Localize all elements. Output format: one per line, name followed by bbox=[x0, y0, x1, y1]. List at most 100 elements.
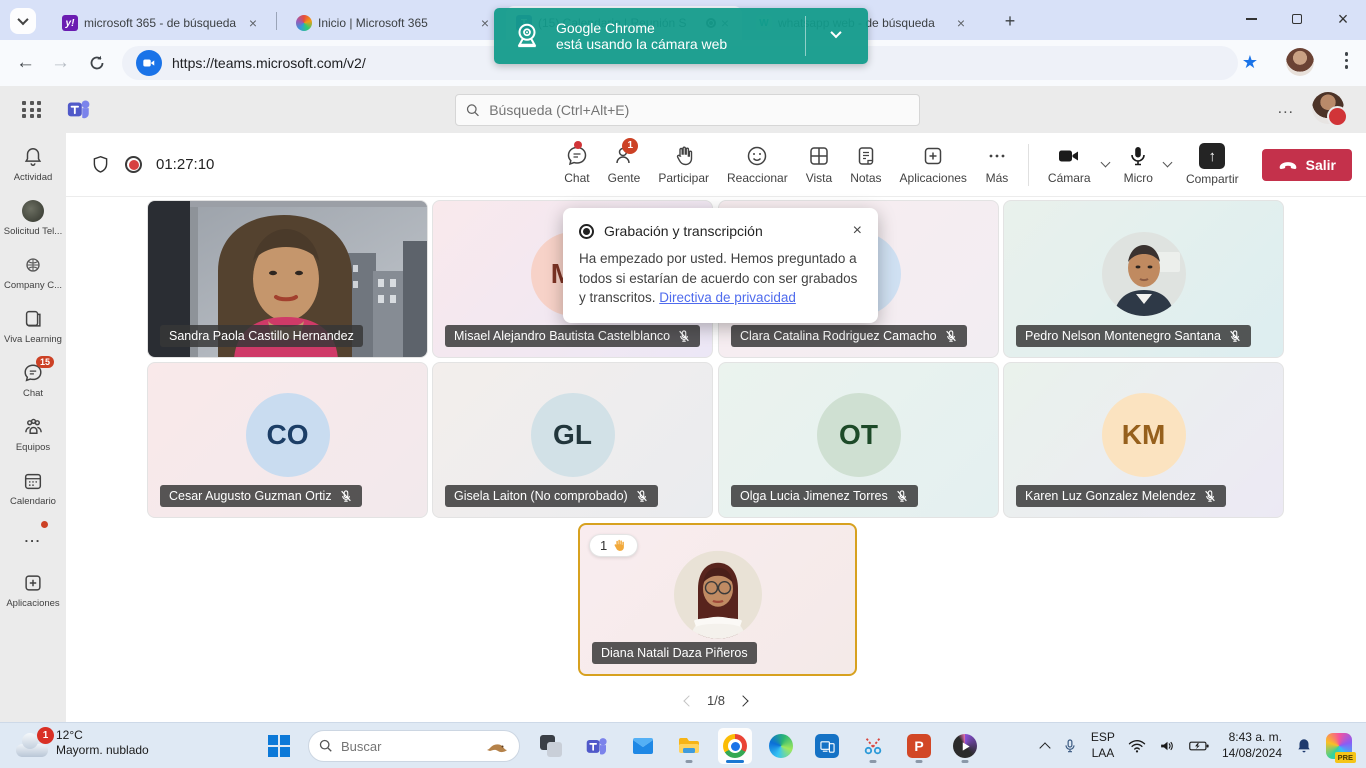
edge-icon[interactable] bbox=[764, 728, 798, 764]
sidebar-item-aplicaciones[interactable]: Aplicaciones bbox=[0, 571, 66, 609]
shield-icon[interactable] bbox=[90, 154, 111, 176]
file-explorer-icon[interactable] bbox=[672, 728, 706, 764]
participant-tile-diana[interactable]: 1 Diana Natali Daza Piñeros bbox=[578, 523, 857, 676]
battery-icon[interactable] bbox=[1189, 739, 1209, 753]
minimize-button[interactable] bbox=[1228, 0, 1274, 38]
leave-label: Salir bbox=[1306, 157, 1336, 173]
tab-list-chevron-button[interactable] bbox=[10, 8, 36, 34]
tab-close-icon[interactable]: × bbox=[244, 14, 262, 32]
mic-off-icon bbox=[339, 489, 353, 503]
participant-tile-olga[interactable]: OT Olga Lucia Jimenez Torres bbox=[718, 362, 999, 518]
mail-icon[interactable] bbox=[626, 728, 660, 764]
dialog-close-icon[interactable]: × bbox=[853, 222, 862, 240]
language-indicator[interactable]: ESP LAA bbox=[1091, 730, 1115, 761]
sidebar-item-viva-learning[interactable]: Viva Learning bbox=[0, 307, 66, 345]
powerpoint-icon[interactable]: P bbox=[902, 728, 936, 764]
sidebar-item-solicitud[interactable]: Solicitud Tel... bbox=[0, 199, 66, 237]
browser-menu-button[interactable] bbox=[1345, 52, 1349, 69]
yahoo-icon: y! bbox=[62, 15, 78, 31]
sidebar-item-chat[interactable]: 15 Chat bbox=[0, 361, 66, 399]
chat-icon: 15 bbox=[21, 361, 45, 385]
header-more-options-button[interactable]: ... bbox=[1278, 100, 1294, 118]
clock[interactable]: 8:43 a. m. 14/08/2024 bbox=[1222, 730, 1282, 761]
mic-options-chevron-icon[interactable] bbox=[1163, 158, 1173, 168]
participant-tile-sandra[interactable]: Sandra Paola Castillo Hernandez bbox=[147, 200, 428, 358]
plus-square-icon bbox=[21, 571, 45, 595]
teams-profile-avatar[interactable] bbox=[1312, 92, 1344, 124]
bookmark-star-icon[interactable]: ★ bbox=[1242, 52, 1258, 73]
participant-tile-cesar[interactable]: CO Cesar Augusto Guzman Ortiz bbox=[147, 362, 428, 518]
mic-icon bbox=[1126, 144, 1150, 168]
teams-taskbar-icon[interactable] bbox=[580, 728, 614, 764]
browser-tab-2[interactable]: Inicio | Microsoft 365 × bbox=[286, 6, 502, 40]
button-label: Participar bbox=[658, 171, 709, 185]
notas-button[interactable]: Notas bbox=[850, 144, 881, 185]
back-button[interactable]: ← bbox=[16, 52, 35, 74]
wifi-icon[interactable] bbox=[1128, 738, 1146, 754]
browser-tab-1[interactable]: y! microsoft 365 - de búsqueda × bbox=[52, 6, 270, 40]
forward-button[interactable]: → bbox=[51, 52, 70, 74]
device-manager-icon[interactable] bbox=[810, 728, 844, 764]
mas-button[interactable]: Más bbox=[985, 144, 1009, 185]
chat-button[interactable]: Chat bbox=[564, 144, 589, 185]
participant-tile-pedro[interactable]: Pedro Nelson Montenegro Santana bbox=[1003, 200, 1284, 358]
participant-name-label: Karen Luz Gonzalez Melendez bbox=[1016, 485, 1226, 507]
share-button[interactable]: ↑ Compartir bbox=[1186, 143, 1239, 186]
taskbar-search-input[interactable] bbox=[341, 739, 461, 754]
taskbar-app-icons: P bbox=[534, 728, 982, 764]
chrome-icon[interactable] bbox=[718, 728, 752, 764]
camera-usage-notification[interactable]: Google Chrome está usando la cámara web bbox=[494, 8, 868, 64]
camera-options-chevron-icon[interactable] bbox=[1100, 158, 1110, 168]
teams-search-input[interactable] bbox=[489, 102, 909, 118]
previous-page-chevron-icon[interactable] bbox=[683, 695, 694, 706]
button-label: Cámara bbox=[1048, 171, 1091, 185]
notification-bell-icon[interactable] bbox=[1295, 737, 1313, 755]
sidebar-item-label: Aplicaciones bbox=[6, 598, 59, 609]
camera-button[interactable]: Cámara bbox=[1048, 144, 1091, 185]
browser-profile-avatar[interactable] bbox=[1286, 48, 1314, 76]
reaccionar-button[interactable]: Reaccionar bbox=[727, 144, 788, 185]
sidebar-item-more[interactable]: ... bbox=[0, 521, 66, 545]
app-launcher-waffle-icon[interactable] bbox=[22, 101, 42, 118]
refresh-button[interactable] bbox=[88, 54, 106, 72]
leave-button[interactable]: Salir bbox=[1262, 149, 1352, 181]
teams-search-box[interactable] bbox=[455, 94, 920, 126]
button-label: Notas bbox=[850, 171, 881, 185]
sidebar-item-equipos[interactable]: Equipos bbox=[0, 415, 66, 453]
volume-icon[interactable] bbox=[1159, 738, 1176, 754]
taskbar-search[interactable] bbox=[308, 730, 520, 762]
participant-name-label: Gisela Laiton (No comprobado) bbox=[445, 485, 658, 507]
sidebar-item-actividad[interactable]: Actividad bbox=[0, 145, 66, 183]
vista-button[interactable]: Vista bbox=[806, 144, 832, 185]
close-button[interactable]: × bbox=[1320, 0, 1366, 38]
snipping-tool-icon[interactable] bbox=[856, 728, 890, 764]
weather-widget[interactable]: 1 12°C Mayorm. nublado bbox=[14, 728, 149, 758]
toolbar-divider bbox=[1028, 144, 1029, 186]
sidebar-item-company[interactable]: Company C... bbox=[0, 253, 66, 291]
tab-close-icon[interactable]: × bbox=[952, 14, 970, 32]
sidebar-item-label: Company C... bbox=[4, 280, 62, 291]
aplicaciones-button[interactable]: Aplicaciones bbox=[900, 144, 967, 185]
sidebar-item-label: Solicitud Tel... bbox=[4, 226, 62, 237]
maximize-button[interactable] bbox=[1274, 0, 1320, 38]
grid-view-icon bbox=[807, 144, 831, 168]
new-tab-button[interactable]: + bbox=[998, 10, 1022, 34]
sidebar-item-calendario[interactable]: Calendario bbox=[0, 469, 66, 507]
tray-mic-icon[interactable] bbox=[1062, 737, 1078, 755]
tab-close-icon[interactable]: × bbox=[476, 14, 494, 32]
copilot-icon[interactable]: PRE bbox=[1326, 733, 1352, 759]
next-page-chevron-icon[interactable] bbox=[737, 695, 748, 706]
button-label: Vista bbox=[806, 171, 832, 185]
start-button[interactable] bbox=[268, 735, 290, 757]
gente-button[interactable]: 1 Gente bbox=[608, 144, 641, 185]
tray-expand-chevron-icon[interactable] bbox=[1039, 742, 1050, 753]
participant-tile-gisela[interactable]: GL Gisela Laiton (No comprobado) bbox=[432, 362, 713, 518]
notification-expand-chevron-icon[interactable] bbox=[830, 27, 841, 38]
camera-in-use-indicator-icon[interactable] bbox=[136, 50, 162, 76]
mic-button[interactable]: Micro bbox=[1124, 144, 1153, 185]
privacy-policy-link[interactable]: Directiva de privacidad bbox=[659, 290, 796, 305]
participar-button[interactable]: Participar bbox=[658, 144, 709, 185]
participant-tile-karen[interactable]: KM Karen Luz Gonzalez Melendez bbox=[1003, 362, 1284, 518]
task-view-button[interactable] bbox=[534, 728, 568, 764]
media-player-icon[interactable] bbox=[948, 728, 982, 764]
